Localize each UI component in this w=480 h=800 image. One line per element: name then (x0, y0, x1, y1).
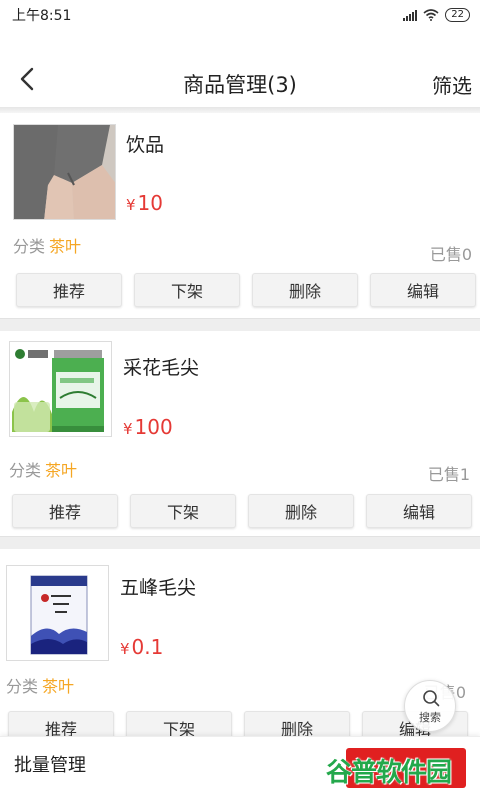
product-name: 采花毛尖 (123, 357, 200, 379)
edit-button[interactable]: 编辑 (370, 273, 476, 307)
price-value: 0.1 (131, 635, 164, 659)
card-separator (0, 536, 480, 549)
category-label: 分类 (6, 677, 39, 696)
unlist-button[interactable]: 下架 (134, 273, 240, 307)
category-label: 分类 (13, 237, 46, 256)
product-image (9, 341, 112, 437)
product-card[interactable]: 饮品 ¥10 分类 茶叶 已售0 推荐 下架 删除 编辑 (0, 113, 480, 318)
status-icons: 22 (403, 8, 470, 22)
green-tea-can-photo (10, 342, 111, 436)
product-category: 分类 茶叶 (13, 233, 81, 257)
status-bar: 上午8:51 22 (0, 0, 480, 30)
battery-icon: 22 (445, 8, 470, 22)
status-time: 上午8:51 (12, 8, 72, 24)
unlist-button[interactable]: 下架 (130, 494, 236, 528)
currency-symbol: ¥ (123, 420, 133, 438)
product-card[interactable]: 采花毛尖 ¥100 分类 茶叶 已售1 推荐 下架 删除 编辑 (0, 331, 480, 536)
product-list: 饮品 ¥10 分类 茶叶 已售0 推荐 下架 删除 编辑 采花毛尖 ¥ 100 … (0, 113, 480, 754)
product-price: ¥10 (126, 191, 163, 215)
card-separator (0, 318, 480, 331)
product-image (6, 565, 109, 661)
signal-icon (403, 9, 418, 21)
product-actions: 推荐 下架 删除 编辑 (12, 494, 472, 528)
wifi-icon (423, 9, 439, 21)
price-value: 100 (134, 415, 173, 439)
edit-button[interactable]: 编辑 (366, 494, 472, 528)
price-value: 10 (137, 191, 163, 215)
category-label: 分类 (9, 461, 42, 480)
recommend-button[interactable]: 推荐 (16, 273, 122, 307)
product-category: 分类 茶叶 (6, 673, 74, 697)
currency-symbol: ¥ (120, 640, 130, 658)
delete-button[interactable]: 删除 (252, 273, 358, 307)
currency-symbol: ¥ (126, 196, 136, 214)
nav-bar: 商品管理(3) 筛选 (0, 55, 480, 111)
back-chevron-icon[interactable] (14, 65, 44, 95)
product-price: ¥0.1 (120, 635, 163, 659)
product-price: ¥100 (123, 415, 173, 439)
delete-button[interactable]: 删除 (248, 494, 354, 528)
search-icon (423, 690, 440, 707)
category-value: 茶叶 (45, 461, 78, 480)
product-name: 五峰毛尖 (120, 577, 197, 599)
product-name: 饮品 (126, 134, 165, 156)
sleeve-photo (14, 125, 115, 219)
sold-count: 已售0 (429, 245, 472, 264)
search-fab[interactable]: 搜索 (404, 680, 456, 732)
product-actions: 推荐 下架 删除 编辑 (16, 273, 476, 307)
category-value: 茶叶 (49, 237, 82, 256)
product-image (13, 124, 116, 220)
page-title: 商品管理(3) (183, 73, 297, 97)
category-value: 茶叶 (42, 677, 75, 696)
recommend-button[interactable]: 推荐 (12, 494, 118, 528)
product-category: 分类 茶叶 (9, 457, 77, 481)
watermark-text: 谷普软件园 (326, 758, 452, 788)
search-label: 搜索 (419, 711, 441, 724)
filter-button[interactable]: 筛选 (432, 70, 472, 99)
sold-count: 已售1 (427, 465, 470, 484)
batch-manage-button[interactable]: 批量管理 (14, 751, 86, 777)
blue-tea-box-photo (7, 566, 108, 660)
